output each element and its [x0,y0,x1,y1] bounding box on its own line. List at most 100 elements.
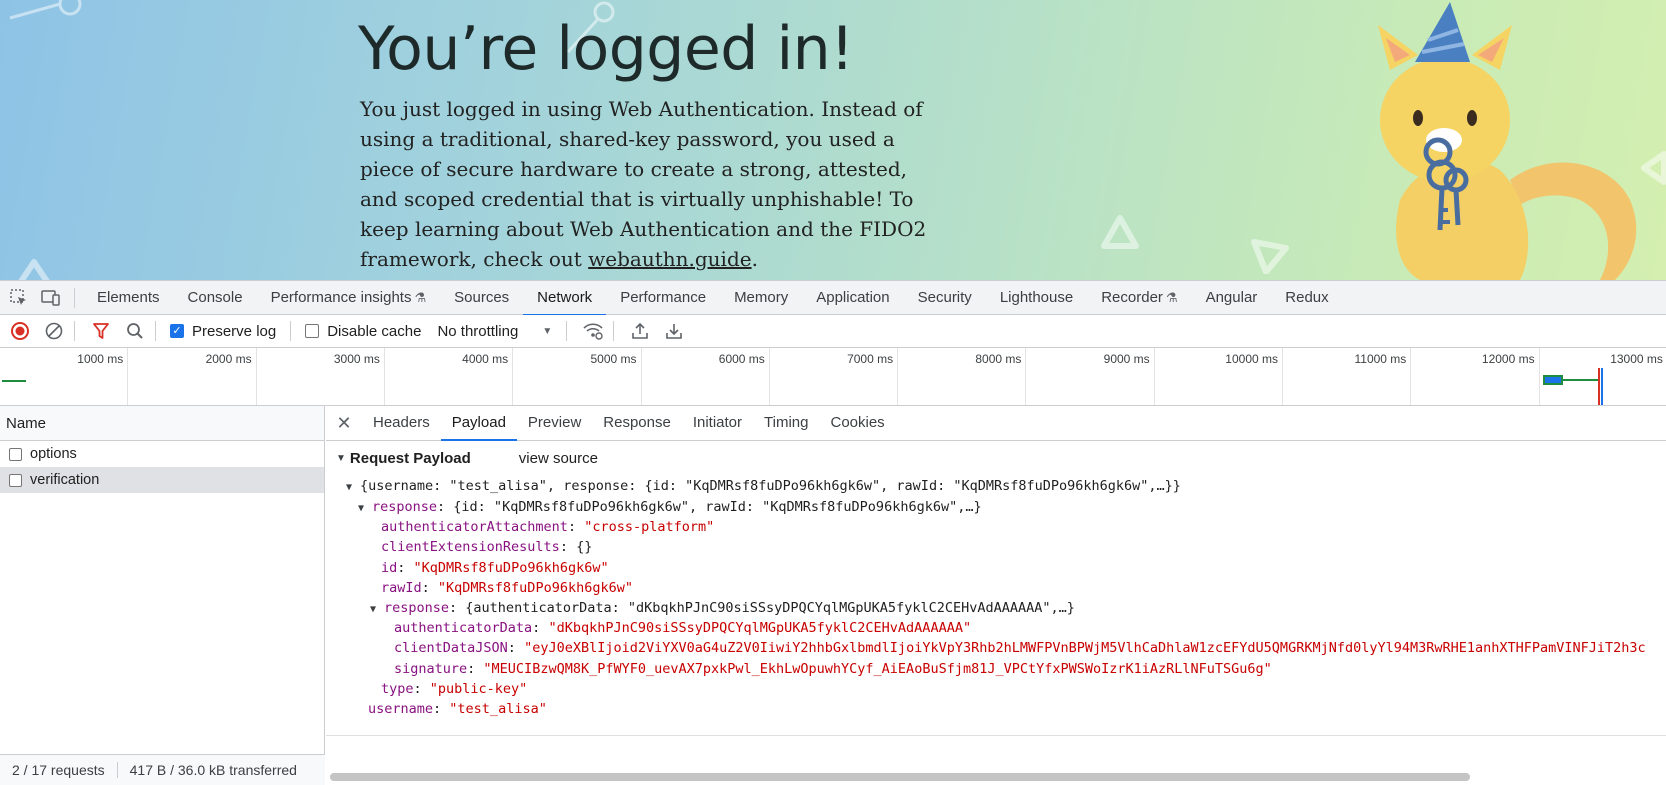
request-checkbox-icon[interactable] [9,473,22,487]
tab-initiator[interactable]: Initiator [682,406,753,440]
inspect-element-icon[interactable] [6,285,32,311]
timeline-tick: 13000 ms [0,348,1666,405]
expand-triangle-icon[interactable]: ▼ [358,499,366,519]
payload-field-row[interactable]: rawId: "KqDMRsf8fuDPo96kh6gk6w" [381,578,633,598]
throttling-select[interactable]: No throttling ▼ [437,323,552,340]
disable-cache-checkbox[interactable]: Disable cache [305,323,421,340]
timeline-load-marker [1598,368,1600,405]
expand-triangle-icon[interactable]: ▼ [346,478,354,498]
clear-icon[interactable] [40,317,68,345]
filter-icon[interactable] [87,317,115,345]
tab-network[interactable]: Network [523,281,607,316]
tab-application[interactable]: Application [802,281,903,315]
network-status-bar: 2 / 17 requests 417 B / 36.0 kB transfer… [0,754,325,785]
timeline-bar-end-line [1563,379,1599,381]
transfer-size: 417 B / 36.0 kB transferred [129,762,297,778]
horizontal-scrollbar[interactable] [330,773,1470,781]
payload-field-row[interactable]: username: "test_alisa" [368,699,547,719]
page-description: You just logged in using Web Authenticat… [360,97,927,271]
request-row-verification[interactable]: verification [0,467,324,493]
tab-security[interactable]: Security [904,281,986,315]
tab-label: Lighthouse [999,288,1074,306]
tab-label: Memory [734,288,789,306]
tab-payload[interactable]: Payload [440,406,518,441]
timeline-bar-end [1543,375,1563,385]
page-hero: You’re logged in! You just logged in usi… [0,0,1666,280]
collapse-triangle-icon[interactable]: ▼ [336,453,346,464]
close-icon[interactable]: ✕ [326,413,362,434]
network-timeline-overview[interactable]: 1000 ms 2000 ms 3000 ms 4000 ms 5000 ms 6000 … [0,348,1666,406]
tab-preview[interactable]: Preview [517,406,592,440]
devtools-tab-strip: Elements Console Performance insights ⚗ Sour… [0,280,1666,316]
tab-label: Elements [97,288,160,306]
tab-label: Performance [620,288,707,306]
request-checkbox-icon[interactable] [9,447,22,461]
request-detail-pane: ✕ Headers Payload Preview Response Initiator… [326,406,1666,785]
disable-cache-label: Disable cache [327,322,422,340]
payload-root-row[interactable]: ▼ {username: "test_alisa", response: {id:… [346,476,1181,496]
search-icon[interactable] [121,317,149,345]
export-har-icon[interactable] [660,317,688,345]
request-count: 2 / 17 requests [0,762,118,778]
tab-label: Application [816,288,890,306]
tab-sources[interactable]: Sources [440,281,523,315]
payload-field-row[interactable]: authenticatorAttachment: "cross-platform… [381,517,714,537]
name-column-header[interactable]: Name [0,406,324,441]
tab-redux[interactable]: Redux [1271,281,1342,315]
payload-field-row[interactable]: clientDataJSON: "eyJ0eXBlIjoid2ViYXV0aG4… [394,638,1646,658]
tab-headers[interactable]: Headers [362,406,441,440]
network-conditions-icon[interactable] [579,317,607,345]
toolbar-divider [290,321,292,341]
triangle-decoration-icon [18,259,50,280]
payload-inner-response-row[interactable]: ▼ response: {authenticatorData: "dKbqkhPJ… [370,598,1075,618]
tab-angular[interactable]: Angular [1192,281,1272,315]
triangle-decoration-icon [1101,215,1139,249]
payload-divider [326,735,1666,736]
tab-console[interactable]: Console [174,281,257,315]
preserve-log-checkbox[interactable]: ✓ Preserve log [170,323,276,340]
tab-label: Console [187,288,243,306]
request-payload-section[interactable]: ▼ Request Payload view source [336,450,598,467]
expand-triangle-icon[interactable]: ▼ [370,600,378,620]
payload-field-row[interactable]: signature: "MEUCIBzwQM8K_PfWYF0_uevAX7px… [394,659,1272,679]
page-title: You’re logged in! [358,14,854,84]
request-row-options[interactable]: options [0,441,324,467]
timeline-tick-label: 13000 ms [1610,352,1663,366]
tab-timing[interactable]: Timing [753,406,819,440]
tab-cookies[interactable]: Cookies [819,406,895,440]
payload-field-row[interactable]: type: "public-key" [381,679,527,699]
tab-elements[interactable]: Elements [83,281,174,315]
cat-mascot-illustration [1378,2,1637,280]
payload-response-row[interactable]: ▼ response: {id: "KqDMRsf8fuDPo96kh6gk6w"… [358,497,982,517]
network-toolbar: ✓ Preserve log Disable cache No throttli… [0,315,1666,348]
preserve-log-label: Preserve log [192,322,277,340]
triangle-decoration-icon [1251,239,1289,274]
request-name: options [30,446,77,462]
tab-performance[interactable]: Performance [606,281,720,315]
tab-response[interactable]: Response [592,406,682,440]
disable-cache-check-icon[interactable] [305,324,320,338]
key-decoration-icon [9,0,82,20]
detail-tab-strip: ✕ Headers Payload Preview Response Initiator… [326,406,1666,441]
experiment-flask-icon: ⚗ [414,289,427,305]
import-har-icon[interactable] [626,317,654,345]
record-stop-button[interactable] [6,317,34,345]
timeline-dcl-marker [1601,368,1603,405]
tab-label: Redux [1285,288,1329,306]
request-list: Name options verification 2 / 17 requests… [0,406,325,785]
tab-performance-insights[interactable]: Performance insights ⚗ [257,281,441,315]
tab-label: Security [917,288,972,306]
tab-lighthouse[interactable]: Lighthouse [986,281,1087,315]
payload-field-row[interactable]: id: "KqDMRsf8fuDPo96kh6gk6w" [381,558,609,578]
view-source-link[interactable]: view source [519,450,598,467]
preserve-log-check-icon[interactable]: ✓ [170,324,184,338]
tab-memory[interactable]: Memory [720,281,802,315]
tab-recorder[interactable]: Recorder ⚗ [1087,281,1191,315]
chevron-down-icon: ▼ [542,325,553,337]
payload-field-row[interactable]: authenticatorData: "dKbqkhPJnC90siSSsyDP… [394,618,971,638]
payload-field-row[interactable]: clientExtensionResults: {} [381,537,592,557]
request-payload-title: Request Payload [349,450,471,467]
webauthn-guide-link[interactable]: webauthn.guide [588,247,751,271]
timeline-bar-start [2,380,26,382]
device-toolbar-icon[interactable] [38,285,64,311]
